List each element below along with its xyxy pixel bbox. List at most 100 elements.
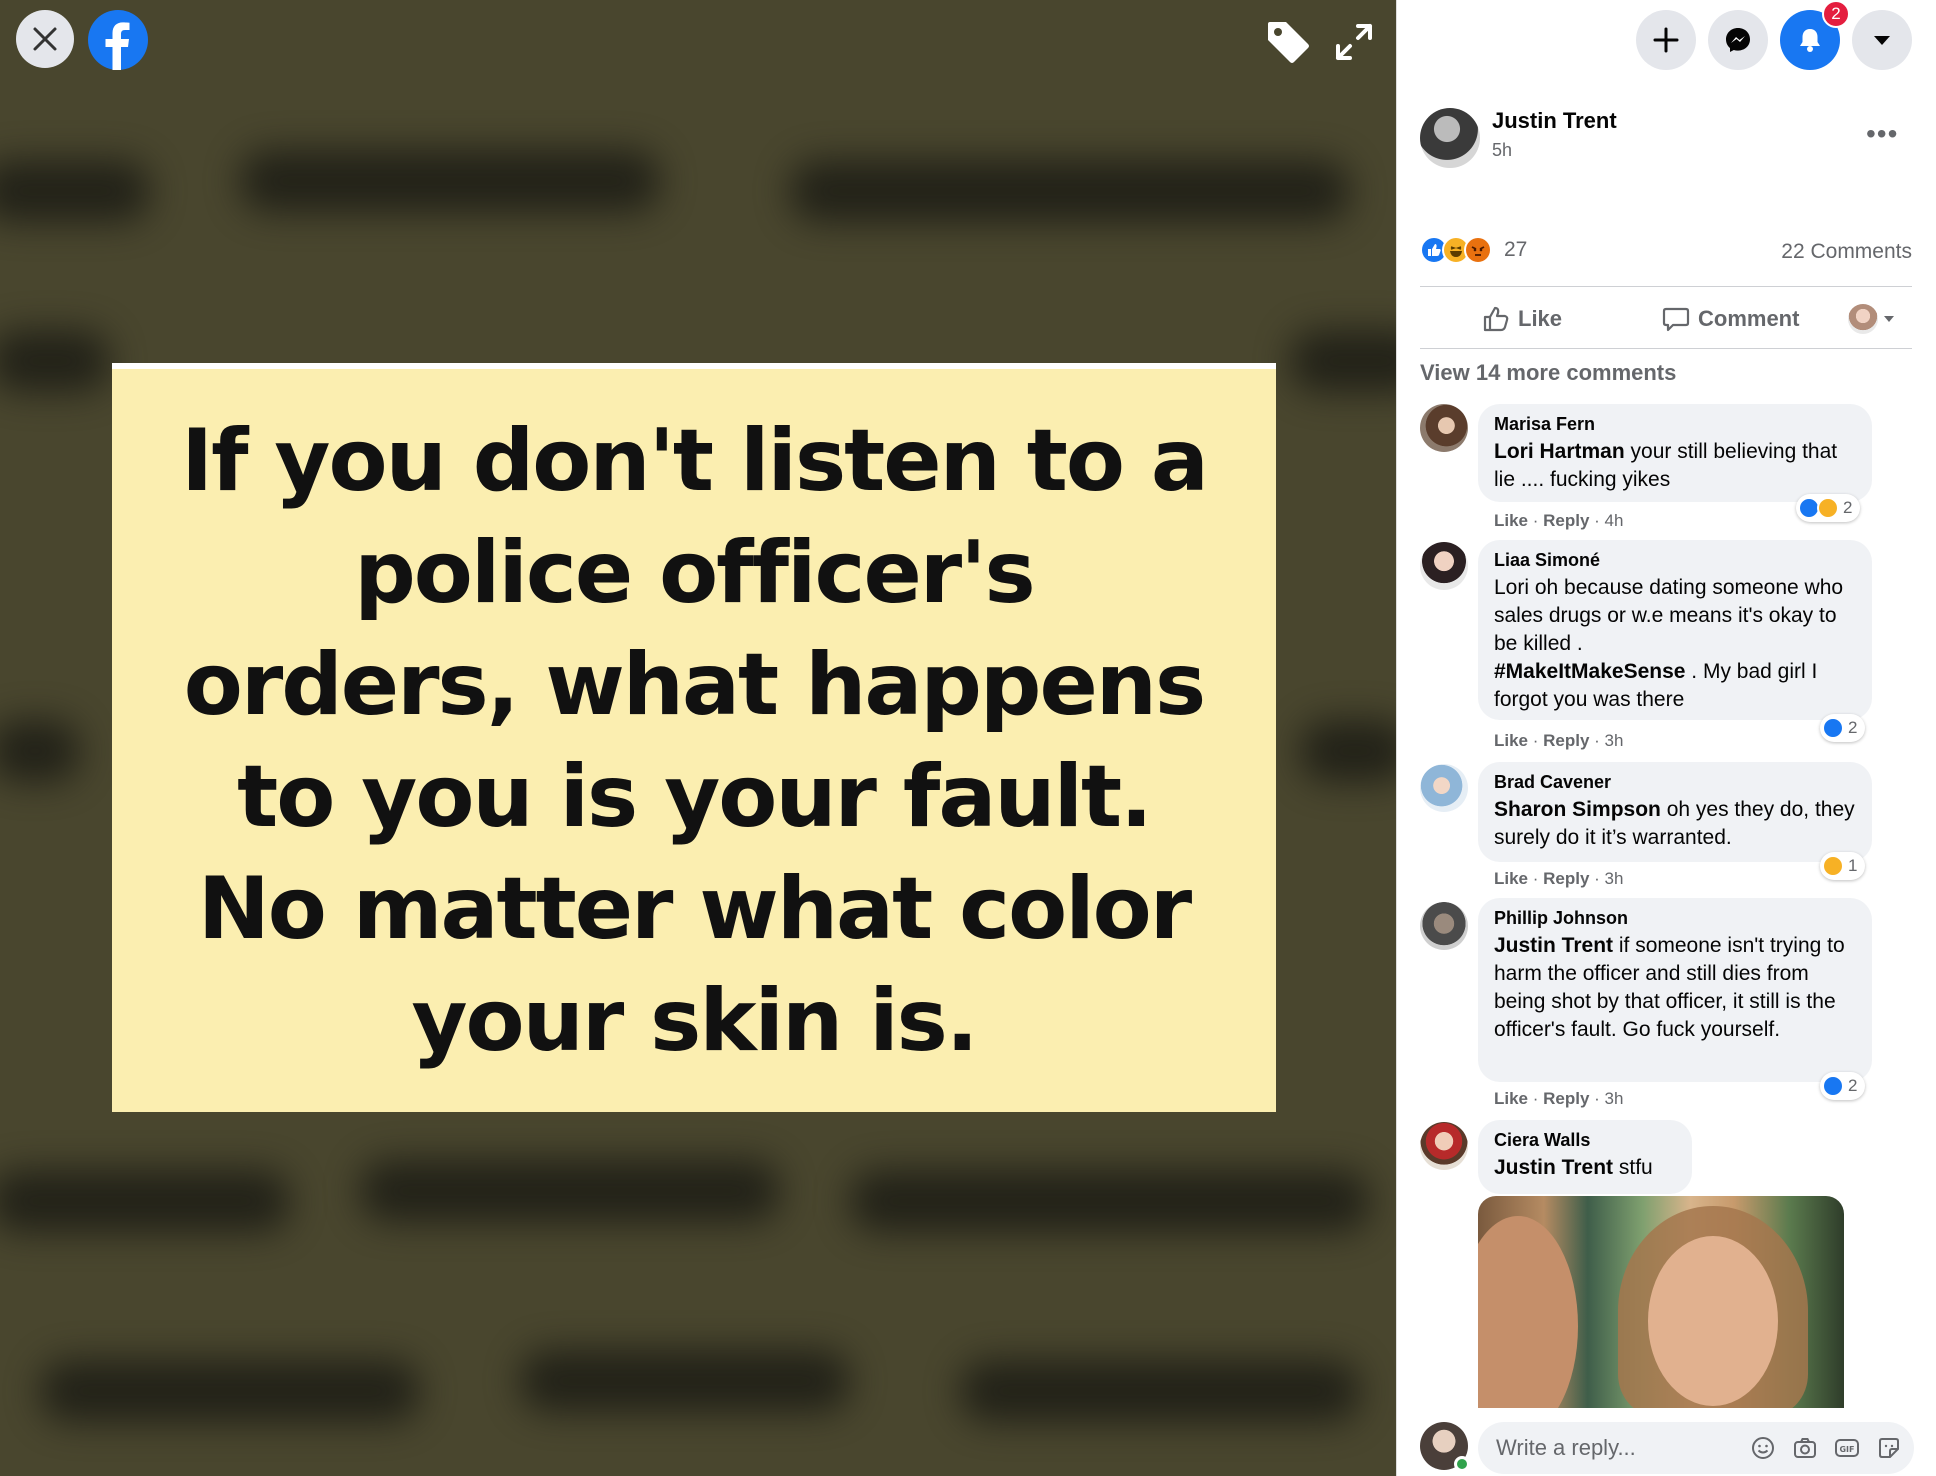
- reply-input[interactable]: [1496, 1435, 1726, 1461]
- comment-body: stfu: [1613, 1156, 1653, 1179]
- comment-reaction-count: 2: [1848, 718, 1858, 737]
- comment-author[interactable]: Liaa Simoné: [1494, 550, 1856, 571]
- comment-author[interactable]: Brad Cavener: [1494, 772, 1856, 793]
- comment-actions: Like · Reply · 4h: [1494, 511, 1624, 530]
- commenter-avatar[interactable]: [1420, 764, 1468, 812]
- comment-like-link[interactable]: Like: [1494, 511, 1528, 530]
- comment-mention[interactable]: Justin Trent: [1494, 934, 1613, 957]
- like-button[interactable]: Like: [1482, 298, 1562, 340]
- view-more-comments-link[interactable]: View 14 more comments: [1420, 360, 1676, 386]
- close-icon: [33, 27, 57, 51]
- reaction-summary[interactable]: 27: [1420, 236, 1527, 264]
- comment-reactions[interactable]: 1: [1820, 852, 1866, 880]
- comment-time[interactable]: 4h: [1605, 511, 1624, 530]
- emoji-button[interactable]: [1748, 1433, 1778, 1463]
- comment-bubble: Ciera Walls Justin Trent stfu: [1478, 1120, 1692, 1194]
- comment-text: Justin Trent stfu: [1494, 1154, 1676, 1182]
- bell-icon: [1800, 29, 1820, 52]
- facebook-logo[interactable]: [88, 10, 148, 70]
- divider: [1420, 286, 1912, 287]
- comment-text: Sharon Simpson oh yes they do, they sure…: [1494, 796, 1856, 852]
- comment-time[interactable]: 3h: [1605, 1089, 1624, 1108]
- like-reaction-icon: [1822, 717, 1844, 739]
- comment-bubble: Brad Cavener Sharon Simpson oh yes they …: [1478, 762, 1872, 862]
- tag-photo-button[interactable]: [1260, 14, 1316, 70]
- comment-mention[interactable]: Lori Hartman: [1494, 440, 1625, 463]
- comment-author[interactable]: Ciera Walls: [1494, 1130, 1676, 1151]
- blurred-background: [0, 1320, 1396, 1440]
- comment-bubble: Marisa Fern Lori Hartman your still beli…: [1478, 404, 1872, 502]
- commenter-avatar[interactable]: [1420, 1122, 1468, 1170]
- comment-reply-link[interactable]: Reply: [1543, 731, 1589, 750]
- comment-reaction-count: 2: [1843, 498, 1853, 517]
- comment-reply-link[interactable]: Reply: [1543, 511, 1589, 530]
- comment-reactions[interactable]: 2: [1796, 494, 1861, 522]
- comment-actions: Like · Reply · 3h: [1494, 869, 1624, 888]
- commenter-avatar[interactable]: [1420, 902, 1468, 950]
- messenger-icon: [1726, 28, 1750, 52]
- comment-like-link[interactable]: Like: [1494, 731, 1528, 750]
- create-button[interactable]: [1636, 10, 1696, 70]
- comment-reactions[interactable]: 2: [1820, 1072, 1866, 1100]
- comment-count[interactable]: 22 Comments: [1781, 240, 1912, 264]
- comment-bubble: Liaa Simoné Lori oh because dating someo…: [1478, 540, 1872, 720]
- sticker-button[interactable]: [1874, 1433, 1904, 1463]
- tag-icon: [1268, 22, 1309, 63]
- post-as-selector[interactable]: [1848, 298, 1904, 340]
- comment-author[interactable]: Phillip Johnson: [1494, 908, 1856, 929]
- comment-hashtag[interactable]: #MakeItMakeSense: [1494, 660, 1685, 683]
- sticker-icon: [1879, 1438, 1899, 1458]
- comment-author[interactable]: Marisa Fern: [1494, 414, 1856, 435]
- comment-bubble: Phillip Johnson Justin Trent if someone …: [1478, 898, 1872, 1082]
- messenger-button[interactable]: [1708, 10, 1768, 70]
- like-reaction-icon: [1822, 1075, 1844, 1097]
- user-avatar: [1848, 304, 1878, 334]
- comment-icon: [1662, 307, 1690, 332]
- comment-text: Lori oh because dating someone who sales…: [1494, 574, 1856, 714]
- comment-reaction-count: 1: [1848, 856, 1858, 875]
- comment-like-link[interactable]: Like: [1494, 1089, 1528, 1108]
- haha-reaction-icon: [1822, 855, 1844, 877]
- comment-mention[interactable]: Sharon Simpson: [1494, 798, 1661, 821]
- comment-text: Lori Hartman your still believing that l…: [1494, 438, 1856, 494]
- angry-reaction-icon: [1464, 236, 1492, 264]
- comment-time[interactable]: 3h: [1605, 731, 1624, 750]
- post-options-button[interactable]: •••: [1866, 118, 1898, 150]
- comment-button[interactable]: Comment: [1662, 298, 1799, 340]
- commenter-avatar[interactable]: [1420, 404, 1468, 452]
- commenter-avatar[interactable]: [1420, 542, 1468, 590]
- close-button[interactable]: [16, 10, 74, 68]
- gif-button[interactable]: GIF: [1832, 1433, 1862, 1463]
- expand-icon: [1336, 24, 1372, 60]
- gif-icon: GIF: [1835, 1439, 1859, 1457]
- comment-reply-link[interactable]: Reply: [1543, 1089, 1589, 1108]
- photo-button[interactable]: [1790, 1433, 1820, 1463]
- comment-reply-link[interactable]: Reply: [1543, 869, 1589, 888]
- fullscreen-button[interactable]: [1326, 14, 1382, 70]
- comment-time[interactable]: 3h: [1605, 869, 1624, 888]
- post-timestamp[interactable]: 5h: [1492, 140, 1512, 161]
- blurred-background: [0, 1140, 1396, 1260]
- notification-badge: 2: [1822, 0, 1850, 28]
- comment-reactions[interactable]: 2: [1820, 714, 1866, 742]
- caret-down-icon: [1884, 316, 1894, 322]
- account-menu-button[interactable]: [1852, 10, 1912, 70]
- reaction-count: 27: [1504, 238, 1528, 261]
- haha-reaction-icon: [1817, 497, 1839, 519]
- reply-composer: GIF: [1478, 1422, 1914, 1474]
- comment-like-link[interactable]: Like: [1494, 869, 1528, 888]
- photo-viewer: If you don't listen to a police officer'…: [0, 0, 1396, 1476]
- poster-name[interactable]: Justin Trent: [1492, 108, 1617, 134]
- poster-avatar[interactable]: [1420, 108, 1480, 168]
- comment-label: Comment: [1698, 306, 1800, 331]
- like-label: Like: [1518, 306, 1563, 331]
- divider: [1420, 348, 1912, 349]
- comment-reaction-count: 2: [1848, 1076, 1858, 1095]
- comment-gif-image[interactable]: [1478, 1196, 1844, 1408]
- comment-mention[interactable]: Justin Trent: [1494, 1156, 1613, 1179]
- plus-icon: [1653, 27, 1679, 53]
- comment-actions: Like · Reply · 3h: [1494, 1089, 1624, 1108]
- blurred-background: [0, 130, 1396, 250]
- thumbs-up-icon: [1483, 306, 1509, 332]
- facebook-f-icon: [105, 22, 130, 70]
